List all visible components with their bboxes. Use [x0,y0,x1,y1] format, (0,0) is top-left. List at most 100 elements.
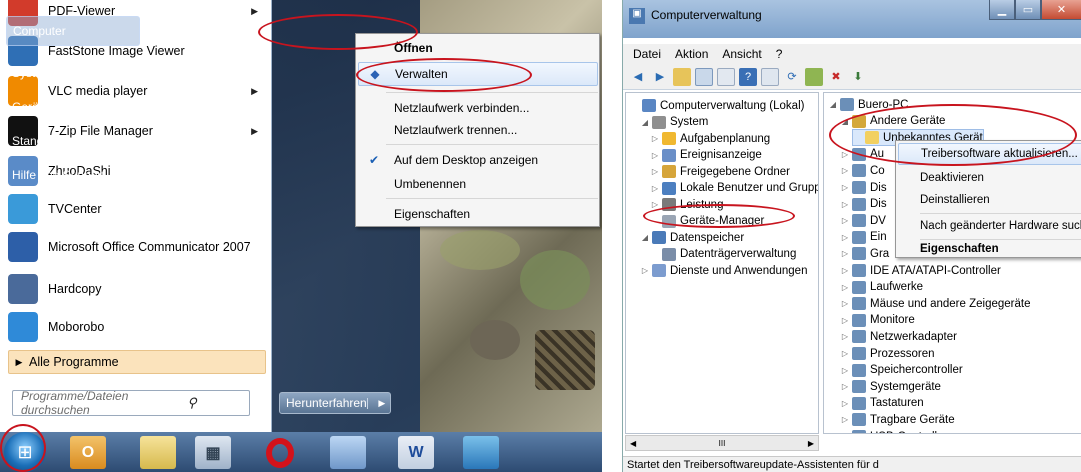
menu-item-uninstall[interactable]: Deinstallieren [898,189,1081,211]
scan-hardware-icon[interactable]: ⟳ [783,68,801,86]
expander-icon[interactable]: ▷ [840,349,850,358]
device-category[interactable]: ▷ Co [840,162,885,179]
expander-icon[interactable]: ◢ [640,118,650,127]
device-category[interactable]: ▷ Tastaturen [840,395,924,412]
tree-item[interactable]: ▷ Ereignisanzeige [650,147,762,164]
expander-icon[interactable]: ▷ [650,151,660,160]
expander-icon[interactable]: ◢ [640,233,650,242]
expander-icon[interactable]: ◢ [828,100,838,109]
maximize-button[interactable]: ▭ [1015,0,1041,20]
expander-icon[interactable]: ▷ [840,266,850,275]
scroll-left-icon[interactable]: ◀ [630,439,636,448]
notebook-icon[interactable] [463,436,499,469]
device-category[interactable]: ▷ Gra [840,245,889,262]
menu-action[interactable]: Aktion [675,47,708,61]
explorer-icon[interactable] [140,436,176,469]
device-category[interactable]: ▷ USB-Controller [840,428,947,433]
uninstall-icon[interactable]: ✖ [827,68,845,86]
tree-item[interactable]: Computerverwaltung (Lokal) [630,97,804,114]
tree-item[interactable]: Datenträgerverwaltung [650,246,796,263]
expander-icon[interactable]: ▷ [840,432,850,433]
expander-icon[interactable]: ▷ [840,283,850,292]
device-category[interactable]: ▷ IDE ATA/ATAPI-Controller [840,262,1001,279]
menu-item-disconnect-network-drive[interactable]: Netzlaufwerk trennen... [358,118,598,142]
expander-icon[interactable]: ▷ [840,366,850,375]
expander-icon[interactable]: ▷ [650,134,660,143]
menu-item-rename[interactable]: Umbenennen [358,172,598,196]
device-category[interactable]: ▷ Laufwerke [840,279,923,296]
shutdown-button[interactable]: Herunterfahren ▶ [279,392,391,414]
view-icon[interactable] [761,67,779,86]
tree-item[interactable]: ▷ Dienste und Anwendungen [640,262,807,279]
device-category[interactable]: ▷ DV [840,212,886,229]
program-item[interactable]: Microsoft Office Communicator 2007 [8,230,270,264]
expander-icon[interactable]: ▷ [650,184,660,193]
scroll-thumb[interactable]: III [719,439,726,448]
start-item-default-programs[interactable]: Standardprogramme [0,126,148,156]
menu-item-disable[interactable]: Deaktivieren [898,167,1081,189]
start-item-help-support[interactable]: Hilfe und Support [0,160,148,190]
search-icon[interactable]: ⚲ [135,395,249,411]
program-item[interactable]: Moborobo [8,310,270,344]
expander-icon[interactable]: ▷ [650,167,660,176]
expander-icon[interactable]: ▷ [840,299,850,308]
tree-item[interactable]: ◢ Datenspeicher [640,229,744,246]
menu-help[interactable]: ? [776,47,783,61]
opera-icon[interactable] [262,436,298,469]
minimize-button[interactable]: ▁ [989,0,1015,20]
program-item[interactable]: TVCenter [8,192,270,226]
close-button[interactable]: ✕ [1041,0,1081,20]
horizontal-scrollbar[interactable]: ◀ III ▶ [625,435,819,451]
shutdown-options-arrow[interactable]: ▶ [366,397,390,409]
expander-icon[interactable]: ▷ [840,415,850,424]
folder-up-icon[interactable] [673,67,691,86]
menu-view[interactable]: Ansicht [722,47,761,61]
tree-item[interactable]: ◢ System [640,114,708,131]
network-icon[interactable] [330,436,366,469]
search-input[interactable]: Programme/Dateien durchsuchen [21,389,135,417]
help-icon[interactable]: ? [739,67,757,86]
menu-file[interactable]: Datei [633,47,661,61]
expander-icon[interactable]: ▷ [840,249,850,258]
back-icon[interactable]: ◀ [629,68,647,86]
search-box[interactable]: Programme/Dateien durchsuchen ⚲ [12,389,250,417]
menu-item-scan-hardware[interactable]: Nach geänderter Hardware suchen [898,215,1081,237]
device-category[interactable]: ▷ Speichercontroller [840,362,963,379]
device-category[interactable]: ▷ Netzwerkadapter [840,328,957,345]
menu-item-show-on-desktop[interactable]: ✔ Auf dem Desktop anzeigen [358,148,598,172]
device-category[interactable]: ▷ Prozessoren [840,345,935,362]
expander-icon[interactable]: ▷ [640,266,650,275]
expander-icon[interactable]: ▷ [840,183,850,192]
device-category[interactable]: ▷ Systemgeräte [840,378,941,395]
start-item-computer[interactable]: Computer [6,16,140,46]
outlook-icon[interactable]: O [70,436,106,469]
all-programs-button[interactable]: ▶ Alle Programme [8,350,266,374]
tree-item[interactable]: ▷ Freigegebene Ordner [650,163,790,180]
calculator-icon[interactable]: ▦ [195,436,231,469]
expander-icon[interactable]: ▷ [840,216,850,225]
start-item-control-panel[interactable]: Systemsteuerung [0,58,148,88]
menu-item-properties[interactable]: Eigenschaften [358,202,598,226]
device-category[interactable]: ▷ Monitore [840,312,915,329]
expander-icon[interactable]: ▷ [840,316,850,325]
word-icon[interactable]: W [398,436,434,469]
tree-item[interactable]: ▷ Aufgabenplanung [650,130,770,147]
forward-icon[interactable]: ▶ [651,68,669,86]
program-item[interactable]: Hardcopy [8,272,270,306]
device-category[interactable]: ▷ Ein [840,229,887,246]
device-category[interactable]: ▷ Tragbare Geräte [840,411,955,428]
start-item-devices-printers[interactable]: Geräte und Drucker [0,92,148,122]
scroll-right-icon[interactable]: ▶ [808,439,814,448]
update-driver-icon[interactable] [805,67,823,86]
expander-icon[interactable]: ▷ [840,382,850,391]
properties-icon[interactable] [717,67,735,86]
menu-item-map-network-drive[interactable]: Netzlaufwerk verbinden... [358,96,598,120]
device-category[interactable]: ▷ Mäuse und andere Zeigegeräte [840,295,1030,312]
expander-icon[interactable]: ▷ [840,399,850,408]
enable-device-icon[interactable]: ⬇ [849,68,867,86]
expander-icon[interactable]: ▷ [840,233,850,242]
device-category[interactable]: ▷ Dis [840,179,887,196]
show-hide-tree-icon[interactable] [695,67,713,86]
tree-item[interactable]: ▷ Lokale Benutzer und Gruppen [650,180,818,197]
expander-icon[interactable]: ▷ [840,332,850,341]
